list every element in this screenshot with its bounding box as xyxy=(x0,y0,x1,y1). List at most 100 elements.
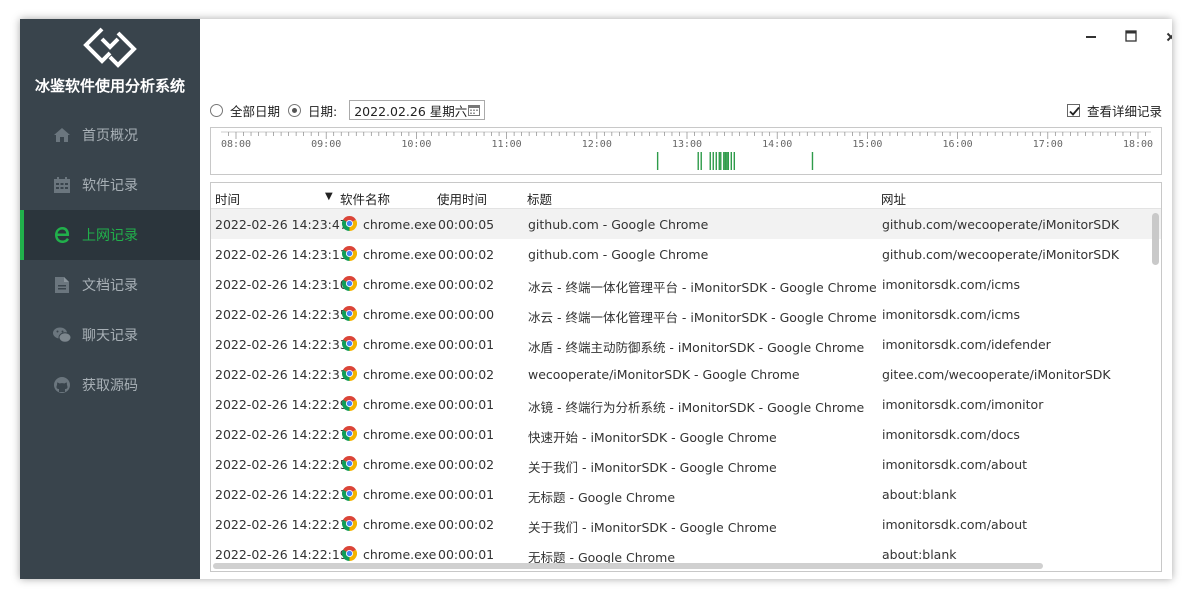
detail-checkbox[interactable] xyxy=(1066,104,1080,117)
table-row[interactable]: 2022-02-26 14:23:10 chrome.exe 00:00:02 冰云 … xyxy=(211,269,1161,299)
horizontal-scrollbar[interactable] xyxy=(213,563,1043,569)
cell-title: github.com - Google Chrome xyxy=(528,217,709,232)
timeline-tick-label: 17:00 xyxy=(1033,139,1063,150)
close-button[interactable] xyxy=(1160,27,1172,49)
chrome-icon xyxy=(341,365,358,381)
table-row[interactable]: 2022-02-26 14:22:29 chrome.exe 00:00:01 冰镜 … xyxy=(211,389,1161,419)
timeline-activity-mark xyxy=(733,152,736,170)
web-records-table: 时间 ▼ 软件名称 使用时间 标题 网址 2022-02-26 14:23:47… xyxy=(210,182,1162,572)
cell-time: 2022-02-26 14:23:10 xyxy=(215,277,348,292)
cell-title: github.com - Google Chrome xyxy=(528,247,709,262)
table-row[interactable]: 2022-02-26 14:23:47 chrome.exe 00:00:05 git… xyxy=(211,209,1161,239)
chrome-icon xyxy=(341,215,358,231)
timeline-tick-label: 10:00 xyxy=(401,139,431,150)
cell-url: imonitorsdk.com/imonitor xyxy=(882,397,1044,412)
cell-duration: 00:00:01 xyxy=(438,427,495,442)
cell-app: chrome.exe xyxy=(363,277,437,292)
cell-duration: 00:00:01 xyxy=(438,547,495,562)
detail-label: 查看详细记录 xyxy=(1086,104,1162,119)
cell-title: 关于我们 - iMonitorSDK - Google Chrome xyxy=(528,460,777,475)
cell-title: 关于我们 - iMonitorSDK - Google Chrome xyxy=(528,520,777,535)
cell-duration: 00:00:02 xyxy=(438,277,495,292)
timeline-tick-label: 08:00 xyxy=(221,139,251,150)
timeline-tick-label: 16:00 xyxy=(943,139,973,150)
table-row[interactable]: 2022-02-26 14:22:27 chrome.exe 00:00:01 快速开… xyxy=(211,419,1161,449)
cell-url: gitee.com/wecooperate/iMonitorSDK xyxy=(882,367,1111,382)
minimize-button[interactable] xyxy=(1080,27,1102,49)
column-header-app[interactable]: 软件名称 xyxy=(340,189,390,208)
maximize-button[interactable] xyxy=(1120,27,1142,49)
wechat-icon xyxy=(52,325,72,345)
sort-indicator-icon[interactable]: ▼ xyxy=(325,191,333,202)
column-header-time[interactable]: 时间 xyxy=(215,189,240,208)
timeline-activity-mark xyxy=(700,152,702,170)
chrome-icon xyxy=(341,245,358,261)
all-dates-radio[interactable] xyxy=(210,103,223,117)
sidebar-item-home[interactable]: 首页概况 xyxy=(20,110,200,160)
cell-title: 快速开始 - iMonitorSDK - Google Chrome xyxy=(528,430,777,445)
sidebar-item-web[interactable]: 上网记录 xyxy=(20,210,200,260)
sidebar-item-chat[interactable]: 聊天记录 xyxy=(20,310,200,360)
activity-timeline[interactable]: 08:00 09:00 10:00 11:00 12:00 13:00 14:00 15:00… xyxy=(210,127,1162,175)
date-radio[interactable] xyxy=(288,103,302,117)
chrome-icon xyxy=(341,545,358,561)
vertical-scrollbar[interactable] xyxy=(1152,213,1159,265)
date-filter-bar: 全部日期 日期: 2022.02.26 星期六 查看详细记录 xyxy=(210,99,1162,121)
cell-app: chrome.exe xyxy=(363,247,437,262)
table-row[interactable]: 2022-02-26 14:22:31 chrome.exe 00:00:02 wec… xyxy=(211,359,1161,389)
sidebar-item-label: 获取源码 xyxy=(82,378,138,394)
timeline-activity-mark xyxy=(727,152,729,170)
cell-time: 2022-02-26 14:23:13 xyxy=(215,247,348,262)
cell-app: chrome.exe xyxy=(363,547,437,562)
timeline-activity-mark xyxy=(697,152,699,170)
calendar-icon xyxy=(52,175,72,195)
timeline-tick-label: 15:00 xyxy=(852,139,882,150)
timeline-activity-mark xyxy=(656,152,659,170)
column-header-duration[interactable]: 使用时间 xyxy=(437,189,487,208)
sidebar: 冰鉴软件使用分析系统 首页概况 软件记录 上网记录 文档记录 聊天记录 获取源码 xyxy=(20,19,200,579)
column-header-url[interactable]: 网址 xyxy=(881,189,906,208)
chrome-icon xyxy=(341,485,358,501)
detail-toggle[interactable]: 查看详细记录 xyxy=(1066,101,1162,120)
timeline-activity-mark xyxy=(811,152,814,170)
table-row[interactable]: 2022-02-26 14:22:33 chrome.exe 00:00:01 冰盾 … xyxy=(211,329,1161,359)
sidebar-item-document[interactable]: 文档记录 xyxy=(20,260,200,310)
table-row[interactable]: 2022-02-26 14:22:21 chrome.exe 00:00:02 关于我… xyxy=(211,509,1161,539)
timeline-chart: 08:00 09:00 10:00 11:00 12:00 13:00 14:00 15:00… xyxy=(221,131,1153,170)
cell-time: 2022-02-26 14:22:35 xyxy=(215,307,348,322)
cell-app: chrome.exe xyxy=(363,397,437,412)
cell-url: imonitorsdk.com/about xyxy=(882,457,1028,472)
date-label: 日期: xyxy=(308,103,338,119)
timeline-activity-mark xyxy=(723,152,725,170)
cell-duration: 00:00:02 xyxy=(438,517,495,532)
calendar-icon[interactable] xyxy=(468,104,481,116)
sidebar-nav: 首页概况 软件记录 上网记录 文档记录 聊天记录 获取源码 xyxy=(20,110,200,410)
minimize-icon xyxy=(1085,30,1097,46)
timeline-tick-label: 13:00 xyxy=(672,139,702,150)
app-logo-icon xyxy=(80,25,140,69)
cell-time: 2022-02-26 14:22:25 xyxy=(215,457,348,472)
table-row[interactable]: 2022-02-26 14:22:23 chrome.exe 00:00:01 无标题… xyxy=(211,479,1161,509)
cell-app: chrome.exe xyxy=(363,517,437,532)
chrome-icon xyxy=(341,275,358,291)
cell-url: github.com/wecooperate/iMonitorSDK xyxy=(882,247,1120,262)
sidebar-item-source[interactable]: 获取源码 xyxy=(20,360,200,410)
cell-url: github.com/wecooperate/iMonitorSDK xyxy=(882,217,1120,232)
column-header-title[interactable]: 标题 xyxy=(527,189,552,208)
chrome-icon xyxy=(341,425,358,441)
table-row[interactable]: 2022-02-26 14:22:25 chrome.exe 00:00:02 关于我… xyxy=(211,449,1161,479)
cell-duration: 00:00:02 xyxy=(438,247,495,262)
cell-url: imonitorsdk.com/icms xyxy=(882,277,1020,292)
cell-url: about:blank xyxy=(882,547,957,562)
timeline-tick-label: 11:00 xyxy=(492,139,522,150)
table-row[interactable]: 2022-02-26 14:22:35 chrome.exe 00:00:00 冰云 … xyxy=(211,299,1161,329)
chrome-icon xyxy=(341,395,358,411)
cell-url: imonitorsdk.com/icms xyxy=(882,307,1020,322)
cell-app: chrome.exe xyxy=(363,307,437,322)
chrome-icon xyxy=(341,335,358,351)
cell-url: imonitorsdk.com/idefender xyxy=(882,337,1051,352)
timeline-activity-mark xyxy=(712,152,714,170)
sidebar-item-software[interactable]: 软件记录 xyxy=(20,160,200,210)
date-picker[interactable]: 2022.02.26 星期六 xyxy=(349,100,486,120)
table-row[interactable]: 2022-02-26 14:23:13 chrome.exe 00:00:02 git… xyxy=(211,239,1161,269)
